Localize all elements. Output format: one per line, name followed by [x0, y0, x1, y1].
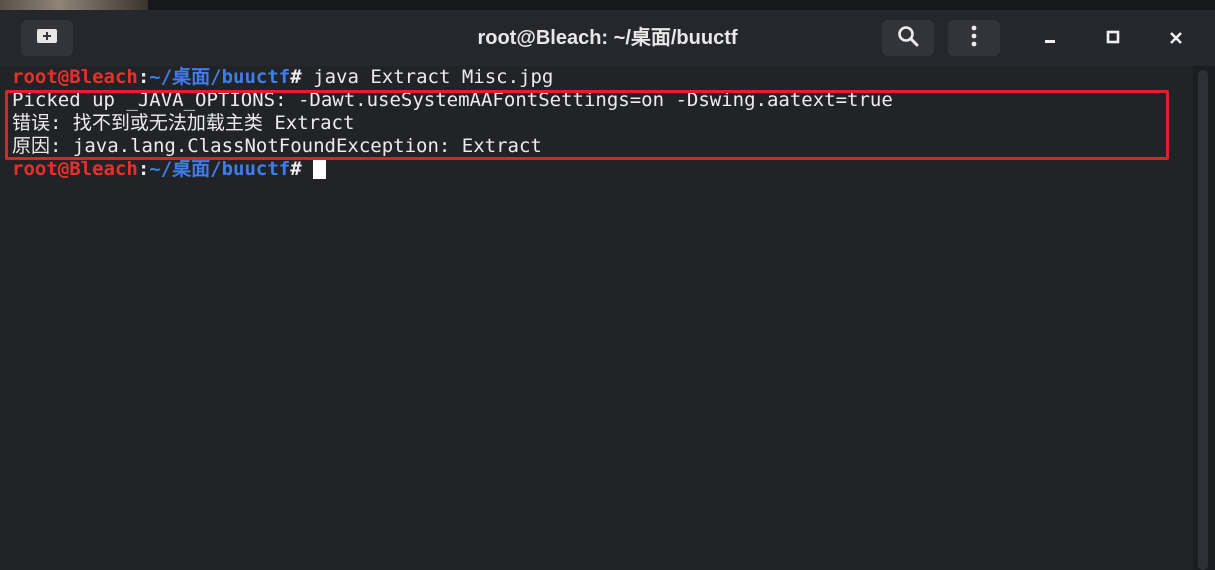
prompt-path: ~/桌面/buuctf: [149, 66, 291, 88]
terminal-window: root@Bleach: ~/桌面/buuctf root@Bleach:~/桌…: [0, 0, 1215, 570]
prompt-colon: :: [137, 158, 150, 180]
kebab-menu-icon: [970, 25, 978, 52]
new-tab-button[interactable]: [21, 20, 73, 56]
close-button[interactable]: [1159, 22, 1193, 54]
maximize-button[interactable]: [1096, 22, 1130, 54]
prompt-path: ~/桌面/buuctf: [149, 158, 291, 180]
minimize-button[interactable]: [1033, 22, 1067, 54]
desktop-wallpaper-fragment: [0, 0, 148, 10]
output-line: 原因: java.lang.ClassNotFoundException: Ex…: [12, 135, 542, 157]
prompt-user-host: root@Bleach: [12, 158, 138, 180]
terminal-output-area[interactable]: root@Bleach:~/桌面/buuctf# java Extract Mi…: [0, 66, 1193, 570]
prompt-hash: #: [290, 66, 302, 88]
search-icon: [897, 25, 919, 52]
prompt-hash: #: [290, 158, 302, 180]
command-text: java Extract Misc.jpg: [301, 66, 554, 88]
prompt-colon: :: [137, 66, 150, 88]
vertical-scrollbar[interactable]: [1193, 66, 1215, 570]
scrollbar-thumb[interactable]: [1198, 70, 1208, 570]
new-tab-icon: [36, 27, 58, 50]
maximize-icon: [1106, 29, 1120, 48]
active-prompt-line[interactable]: root@Bleach:~/桌面/buuctf#: [12, 158, 327, 181]
close-icon: [1169, 26, 1183, 50]
prompt-user-host: root@Bleach: [12, 66, 138, 88]
output-line: Picked up _JAVA_OPTIONS: -Dawt.useSystem…: [12, 89, 893, 111]
desktop-strip: [0, 0, 1215, 10]
minimize-icon: [1043, 29, 1057, 48]
prompt-input[interactable]: [302, 158, 313, 180]
output-line: 错误: 找不到或无法加载主类 Extract: [12, 112, 355, 134]
menu-button[interactable]: [948, 20, 1000, 56]
search-button[interactable]: [882, 20, 934, 56]
command-line: root@Bleach:~/桌面/buuctf# java Extract Mi…: [12, 66, 553, 89]
titlebar: root@Bleach: ~/桌面/buuctf: [0, 10, 1215, 67]
text-cursor: [313, 158, 327, 179]
